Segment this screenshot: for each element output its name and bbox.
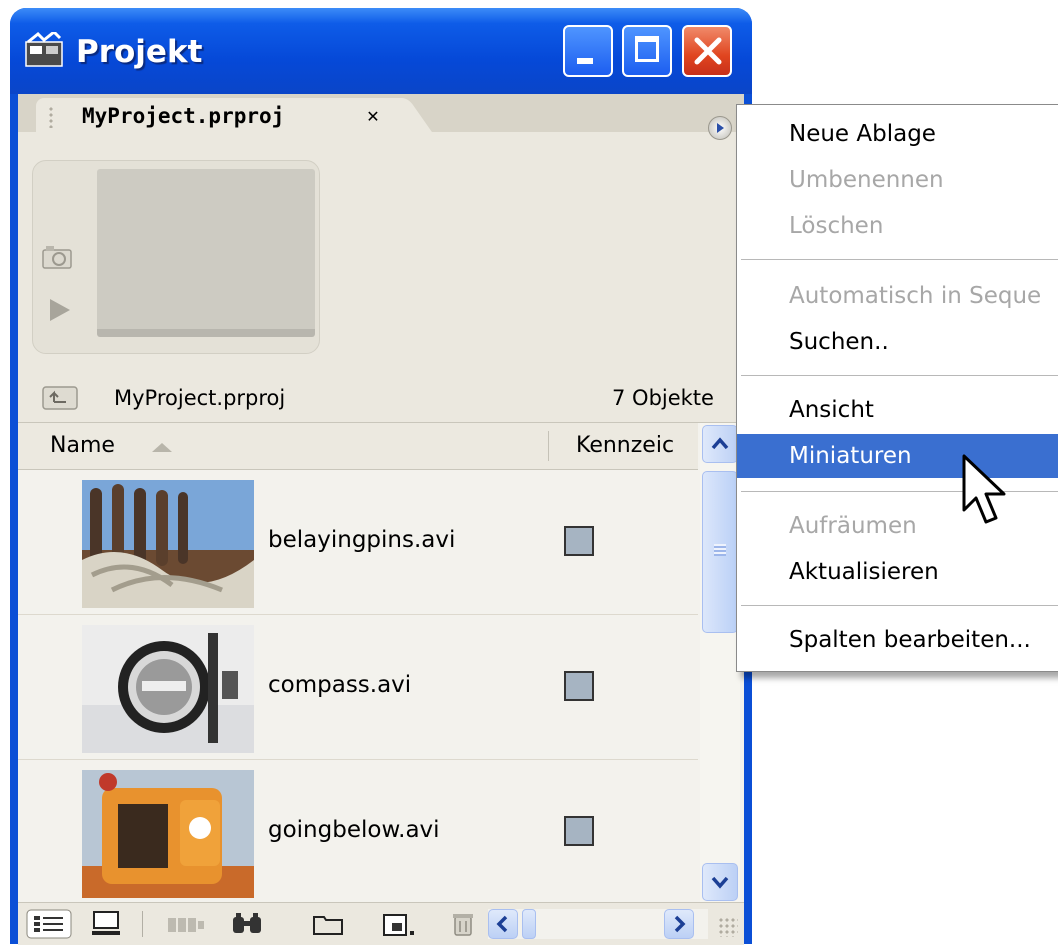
preview-area	[32, 160, 320, 354]
chevron-down-icon	[711, 876, 729, 889]
new-item-icon[interactable]	[378, 909, 420, 939]
panel-body: MyProject.prproj ✕ MyProject.prproj 7 Ob…	[18, 94, 744, 945]
object-count: 7 Objekte	[612, 386, 714, 410]
column-header-name[interactable]: Name	[50, 433, 115, 458]
menu-separator	[741, 605, 1058, 606]
menu-item-ansicht[interactable]: Ansicht	[737, 389, 1058, 431]
panel-context-menu: Neue Ablage Umbenennen Löschen Automatis…	[736, 104, 1058, 672]
sort-ascending-icon	[152, 443, 172, 452]
clip-name: belayingpins.avi	[268, 527, 456, 553]
icon-view-icon[interactable]	[88, 909, 124, 939]
scroll-thumb[interactable]	[702, 471, 738, 633]
menu-item-aktualisieren[interactable]: Aktualisieren	[737, 551, 1058, 593]
tab-close-icon[interactable]: ✕	[364, 108, 382, 126]
menu-item-umbenennen[interactable]: Umbenennen	[737, 159, 1058, 201]
tab-label: MyProject.prproj	[82, 104, 285, 128]
label-color-swatch[interactable]	[564, 816, 594, 846]
list-view-icon[interactable]	[26, 909, 72, 939]
label-color-swatch[interactable]	[564, 526, 594, 556]
clip-thumbnail	[82, 770, 254, 898]
clip-name: goingbelow.avi	[268, 817, 440, 843]
menu-item-spalten-bearbeiten[interactable]: Spalten bearbeiten...	[737, 619, 1058, 661]
clip-name: compass.avi	[268, 672, 412, 698]
minimize-button[interactable]	[563, 25, 613, 77]
bottom-toolbar	[18, 902, 744, 945]
resize-grip-icon[interactable]	[718, 917, 738, 937]
project-path-label: MyProject.prproj	[114, 386, 286, 410]
toolbar-separator	[142, 911, 143, 937]
panel-menu-button[interactable]	[708, 116, 732, 140]
delete-icon[interactable]	[446, 909, 480, 939]
clip-thumbnail	[82, 625, 254, 753]
list-item[interactable]: goingbelow.avi	[18, 760, 698, 905]
parent-folder-icon[interactable]	[42, 384, 78, 410]
automate-to-sequence-icon[interactable]	[164, 909, 208, 939]
menu-separator	[741, 375, 1058, 376]
menu-item-automatisch-in-sequenz[interactable]: Automatisch in Seque	[737, 275, 1058, 317]
column-header-label[interactable]: Kennzeic	[576, 433, 674, 458]
project-app-icon	[25, 32, 63, 67]
title-bar[interactable]: Projekt	[10, 8, 752, 94]
column-header-row: Name Kennzeic	[18, 423, 698, 470]
chevron-right-icon	[674, 915, 686, 933]
maximize-button[interactable]	[622, 25, 672, 77]
scroll-up-button[interactable]	[702, 425, 738, 463]
project-item-list: Name Kennzeic belayingpins.avi compass.a…	[18, 422, 744, 905]
scroll-left-button[interactable]	[488, 909, 518, 939]
chevron-left-icon	[496, 915, 508, 933]
list-item[interactable]: compass.avi	[18, 615, 698, 760]
minimize-icon	[577, 58, 593, 64]
poster-frame-camera-icon[interactable]	[42, 244, 72, 270]
label-color-swatch[interactable]	[564, 671, 594, 701]
menu-separator	[741, 259, 1058, 260]
tab-myproject[interactable]: MyProject.prproj ✕	[36, 98, 396, 132]
clip-thumbnail	[82, 480, 254, 608]
mouse-cursor-icon	[962, 454, 1006, 524]
window-title: Projekt	[76, 34, 203, 70]
column-divider[interactable]	[548, 431, 549, 461]
play-icon[interactable]	[50, 299, 70, 321]
horizontal-scroll-thumb[interactable]	[522, 909, 536, 939]
scroll-grip-icon	[714, 544, 726, 556]
tab-grip-icon[interactable]	[48, 106, 54, 128]
vertical-scrollbar[interactable]	[700, 423, 740, 903]
chevron-up-icon	[711, 437, 729, 450]
project-window: Projekt MyProject.prproj ✕ MyProject.prp…	[10, 8, 752, 945]
close-icon	[694, 37, 722, 65]
preview-thumbnail	[97, 169, 315, 337]
maximize-icon	[635, 36, 659, 62]
tab-strip: MyProject.prproj ✕	[18, 94, 744, 132]
close-button[interactable]	[682, 25, 732, 77]
new-bin-icon[interactable]	[310, 909, 346, 939]
scroll-down-button[interactable]	[702, 863, 738, 901]
menu-item-suchen[interactable]: Suchen..	[737, 321, 1058, 363]
find-icon[interactable]	[228, 909, 268, 939]
horizontal-scrollbar[interactable]	[488, 909, 708, 939]
list-item[interactable]: belayingpins.avi	[18, 470, 698, 615]
menu-item-neue-ablage[interactable]: Neue Ablage	[737, 113, 1058, 155]
scroll-right-button[interactable]	[664, 909, 694, 939]
menu-item-loeschen[interactable]: Löschen	[737, 205, 1058, 247]
